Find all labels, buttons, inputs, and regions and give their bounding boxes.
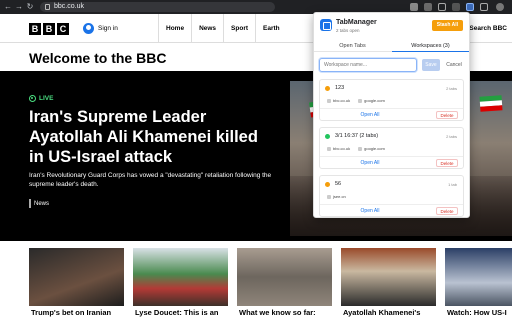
reload-icon[interactable]: ↻ xyxy=(26,3,34,11)
story-card[interactable]: Watch: How US-I xyxy=(445,248,512,320)
flag-image xyxy=(479,95,503,112)
story-thumbnail xyxy=(133,248,228,306)
url-text: bbc.co.uk xyxy=(54,3,84,10)
workspace-tab-chip[interactable]: bbc.co.uk xyxy=(327,98,350,103)
hero-summary: Iran's Revolutionary Guard Corps has vow… xyxy=(29,172,272,188)
logo-letter: C xyxy=(57,23,69,35)
nav-news[interactable]: News xyxy=(191,14,223,43)
workspace-tab-count: 2 tabs xyxy=(446,86,457,91)
nav-home[interactable]: Home xyxy=(158,14,191,43)
tabmanager-extension-icon[interactable] xyxy=(466,3,474,11)
tabmanager-popup: TabManager 2 tabs open Stash All Open Ta… xyxy=(313,12,470,218)
tag-divider xyxy=(29,199,31,208)
tab-domain: bbc.co.uk xyxy=(333,98,351,103)
story-card[interactable]: Ayatollah Khamenei's xyxy=(341,248,436,320)
nav-sport[interactable]: Sport xyxy=(223,14,255,43)
puzzle-icon[interactable] xyxy=(480,3,488,11)
story-card[interactable]: Trump's bet on Iranian xyxy=(29,248,124,320)
workspace-tab-count: 2 tabs xyxy=(446,134,457,139)
extension-icon[interactable] xyxy=(452,3,460,11)
workspace-tab-chip[interactable]: jsee.cn xyxy=(327,194,346,199)
favicon-icon xyxy=(358,98,363,103)
bbc-logo[interactable]: B B C xyxy=(29,23,69,35)
page-title: Welcome to the BBC xyxy=(29,50,167,66)
workspace-tab-count: 1 tab xyxy=(448,182,457,187)
forward-icon[interactable]: → xyxy=(15,3,23,11)
workspace-tab-list: jsee.cn xyxy=(327,194,346,199)
story-thumbnail xyxy=(237,248,332,306)
popup-subtitle: 2 tabs open xyxy=(336,28,360,33)
back-icon[interactable]: ← xyxy=(4,3,12,11)
story-title[interactable]: Watch: How US-I xyxy=(447,308,507,317)
delete-workspace-button[interactable]: Delete xyxy=(436,159,458,167)
favicon-icon xyxy=(327,98,331,103)
story-card[interactable]: Lyse Doucet: This is an xyxy=(133,248,228,320)
story-title[interactable]: Ayatollah Khamenei's xyxy=(343,308,420,317)
hero-headline[interactable]: Iran's Supreme Leader Ayatollah Ali Kham… xyxy=(29,107,274,167)
extension-icon[interactable] xyxy=(410,3,418,11)
lock-icon xyxy=(45,4,50,10)
user-icon xyxy=(83,23,94,34)
workspace-color-dot xyxy=(325,134,330,139)
tab-workspaces[interactable]: Workspaces (3) xyxy=(392,40,469,52)
workspace-tab-chip[interactable]: bbc.co.uk xyxy=(327,146,350,151)
tabmanager-logo-icon xyxy=(320,19,332,31)
popup-tabs: Open Tabs Workspaces (3) xyxy=(314,40,469,52)
profile-icon[interactable] xyxy=(496,3,504,11)
signin-label: Sign in xyxy=(98,25,118,32)
workspace-tab-list: bbc.co.uk google.com xyxy=(327,146,385,151)
favicon-icon xyxy=(327,146,331,151)
popup-header: TabManager 2 tabs open Stash All xyxy=(314,13,469,39)
open-all-button[interactable]: Open All xyxy=(320,157,420,169)
story-title[interactable]: Lyse Doucet: This is an xyxy=(135,308,219,317)
workspace-color-dot xyxy=(325,86,330,91)
tab-domain: google.com xyxy=(364,146,385,151)
workspace-tab-chip[interactable]: google.com xyxy=(358,146,385,151)
popup-title: TabManager xyxy=(336,19,377,26)
stash-all-button[interactable]: Stash All xyxy=(431,20,463,31)
story-title[interactable]: What we know so far: xyxy=(239,308,316,317)
workspace-color-dot xyxy=(325,182,330,187)
workspace-name: 123 xyxy=(335,85,345,91)
star-icon[interactable] xyxy=(438,3,446,11)
story-thumbnail xyxy=(341,248,436,306)
workspace-tab-list: bbc.co.uk google.com xyxy=(327,98,385,103)
workspace-card: 56 1 tab jsee.cn Open All Delete xyxy=(319,175,464,217)
workspace-name-input[interactable] xyxy=(319,58,417,72)
delete-workspace-button[interactable]: Delete xyxy=(436,207,458,215)
open-all-button[interactable]: Open All xyxy=(320,109,420,121)
logo-letter: B xyxy=(29,23,41,35)
live-badge: LIVE xyxy=(29,95,53,102)
story-thumbnail xyxy=(445,248,512,306)
save-workspace-button[interactable]: Save xyxy=(422,59,440,71)
story-strip: Trump's bet on Iranian Lyse Doucet: This… xyxy=(0,248,512,320)
logo-letter: B xyxy=(43,23,55,35)
story-card[interactable]: What we know so far: xyxy=(237,248,332,320)
tab-domain: jsee.cn xyxy=(333,194,346,199)
extension-icon[interactable] xyxy=(424,3,432,11)
delete-workspace-button[interactable]: Delete xyxy=(436,111,458,119)
cancel-button[interactable]: Cancel xyxy=(443,59,465,71)
open-all-button[interactable]: Open All xyxy=(320,205,420,217)
live-icon xyxy=(29,95,36,102)
story-title[interactable]: Trump's bet on Iranian xyxy=(31,308,111,317)
workspace-name: 3/1 16:37 (2 tabs) xyxy=(335,133,379,139)
bbc-nav: Home News Sport Earth xyxy=(158,14,287,43)
story-thumbnail xyxy=(29,248,124,306)
nav-earth[interactable]: Earth xyxy=(255,14,287,43)
tab-domain: bbc.co.uk xyxy=(333,146,351,151)
workspace-card: 3/1 16:37 (2 tabs) 2 tabs bbc.co.uk goog… xyxy=(319,127,464,169)
workspace-tab-chip[interactable]: google.com xyxy=(358,98,385,103)
favicon-icon xyxy=(358,146,363,151)
workspace-name: 56 xyxy=(335,181,342,187)
favicon-icon xyxy=(327,194,331,199)
signin-link[interactable]: Sign in xyxy=(83,23,118,34)
tab-open-tabs[interactable]: Open Tabs xyxy=(314,40,391,52)
live-label: LIVE xyxy=(39,95,54,102)
hero-tag[interactable]: News xyxy=(34,201,49,207)
tab-domain: google.com xyxy=(364,98,385,103)
address-bar[interactable]: bbc.co.uk xyxy=(40,2,275,12)
workspace-card: 123 2 tabs bbc.co.uk google.com Open All… xyxy=(319,79,464,121)
